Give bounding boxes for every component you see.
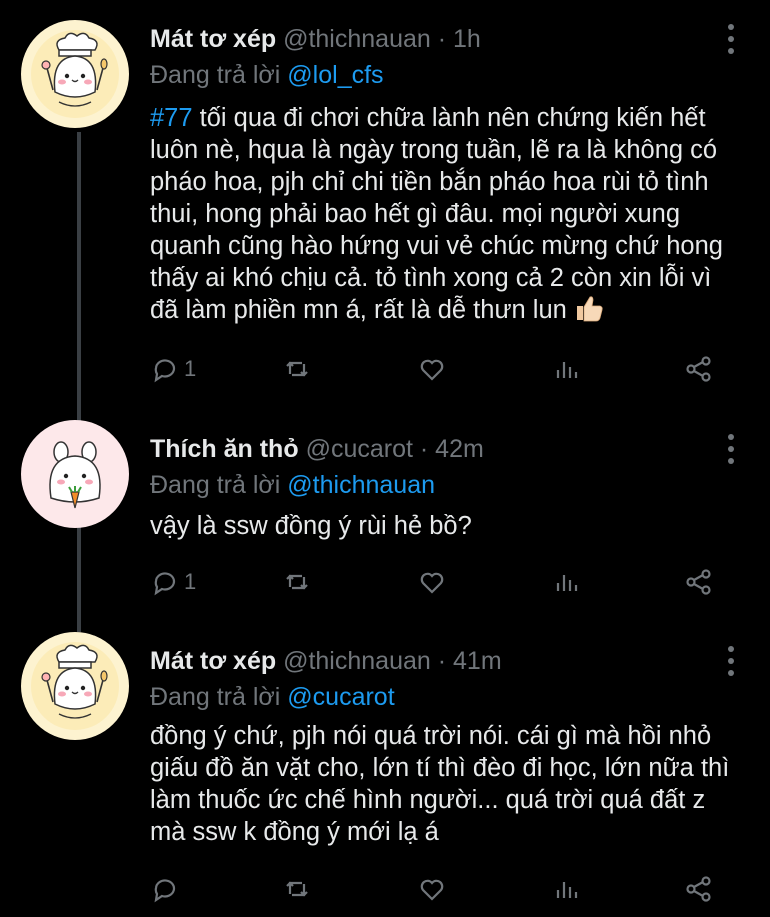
tweet-text: vậy là ssw đồng ý rùi hẻ bồ?: [150, 510, 740, 542]
hashtag[interactable]: #77: [150, 104, 193, 132]
retweet-icon: [286, 574, 308, 590]
timestamp[interactable]: 42m: [435, 435, 484, 463]
share-icon: [686, 876, 711, 902]
views-button[interactable]: [552, 872, 582, 906]
retweet-icon: [286, 361, 308, 377]
retweet-icon: [286, 881, 308, 897]
tweet-body: đồng ý chứ, pjh nói quá trời nói. cái gì…: [150, 722, 730, 846]
avatar[interactable]: [21, 632, 129, 740]
reply-context: Đang trả lời @thichnauan: [150, 470, 435, 500]
action-bar: [150, 872, 730, 906]
reply-prefix: Đang trả lời: [150, 61, 281, 89]
user-handle[interactable]: @cucarot: [306, 435, 413, 463]
like-icon: [420, 879, 444, 901]
reply-mention[interactable]: @cucarot: [287, 683, 394, 711]
reply-context: Đang trả lời @cucarot: [150, 682, 395, 712]
reply-count: 1: [184, 569, 197, 594]
reply-icon: [154, 572, 176, 596]
tweet-text: đồng ý chứ, pjh nói quá trời nói. cái gì…: [150, 720, 740, 848]
tweet-3[interactable]: Mát tơ xép @thichnauan · 41m Đang trả lờ…: [0, 622, 770, 917]
share-icon: [686, 569, 711, 595]
reply-context: Đang trả lời @lol_cfs: [150, 60, 384, 90]
timestamp[interactable]: 41m: [453, 647, 502, 675]
avatar[interactable]: [21, 420, 129, 528]
like-button[interactable]: [417, 565, 447, 599]
thumbs-up-emoji: [574, 294, 604, 330]
reply-prefix: Đang trả lời: [150, 683, 281, 711]
more-icon[interactable]: [726, 434, 736, 464]
share-button[interactable]: [684, 565, 714, 599]
tweet-header: Mát tơ xép @thichnauan · 1h: [150, 24, 710, 54]
action-bar: 1: [150, 565, 730, 599]
retweet-button[interactable]: [282, 352, 312, 386]
tweet-body: tối qua đi chơi chữa lành nên chứng kiến…: [150, 104, 723, 324]
like-button[interactable]: [417, 352, 447, 386]
share-icon: [686, 356, 711, 382]
display-name[interactable]: Mát tơ xép: [150, 647, 276, 675]
tweet-2[interactable]: Thích ăn thỏ @cucarot · 42m Đang trả lời…: [0, 410, 770, 622]
user-handle[interactable]: @thichnauan: [283, 25, 431, 53]
retweet-button[interactable]: [282, 872, 312, 906]
chef-bunny-avatar-icon: [21, 20, 129, 128]
action-bar: 1: [150, 352, 730, 386]
views-button[interactable]: [552, 352, 582, 386]
reply-count: 1: [184, 356, 197, 381]
like-icon: [420, 359, 444, 381]
views-button[interactable]: [552, 565, 582, 599]
reply-icon: [154, 879, 176, 903]
reply-icon: [154, 359, 176, 383]
separator-dot: ·: [437, 25, 447, 53]
share-button[interactable]: [684, 352, 714, 386]
tweet-body: vậy là ssw đồng ý rùi hẻ bồ?: [150, 512, 472, 540]
reply-button[interactable]: 1: [150, 565, 196, 599]
timestamp[interactable]: 1h: [453, 25, 481, 53]
separator-dot: ·: [419, 435, 429, 463]
like-button[interactable]: [417, 872, 447, 906]
avatar[interactable]: [21, 20, 129, 128]
reply-button[interactable]: [150, 872, 184, 906]
retweet-button[interactable]: [282, 565, 312, 599]
display-name[interactable]: Thích ăn thỏ: [150, 435, 299, 463]
tweet-header: Mát tơ xép @thichnauan · 41m: [150, 646, 710, 676]
more-icon[interactable]: [726, 646, 736, 676]
tweet-text: #77 tối qua đi chơi chữa lành nên chứng …: [150, 102, 740, 330]
display-name[interactable]: Mát tơ xép: [150, 25, 276, 53]
separator-dot: ·: [437, 647, 447, 675]
share-button[interactable]: [684, 872, 714, 906]
reply-mention[interactable]: @lol_cfs: [287, 61, 383, 89]
chef-bunny-avatar-icon: [21, 632, 129, 740]
reply-prefix: Đang trả lời: [150, 471, 281, 499]
user-handle[interactable]: @thichnauan: [283, 647, 431, 675]
tweet-header: Thích ăn thỏ @cucarot · 42m: [150, 434, 710, 464]
views-icon: [556, 575, 578, 591]
reply-mention[interactable]: @thichnauan: [287, 471, 435, 499]
tweet-1[interactable]: Mát tơ xép @thichnauan · 1h Đang trả lời…: [0, 0, 770, 410]
more-icon[interactable]: [726, 24, 736, 54]
views-icon: [556, 362, 578, 378]
views-icon: [556, 882, 578, 898]
reply-button[interactable]: 1: [150, 352, 196, 386]
like-icon: [420, 572, 444, 594]
carrot-bunny-avatar-icon: [21, 420, 129, 528]
